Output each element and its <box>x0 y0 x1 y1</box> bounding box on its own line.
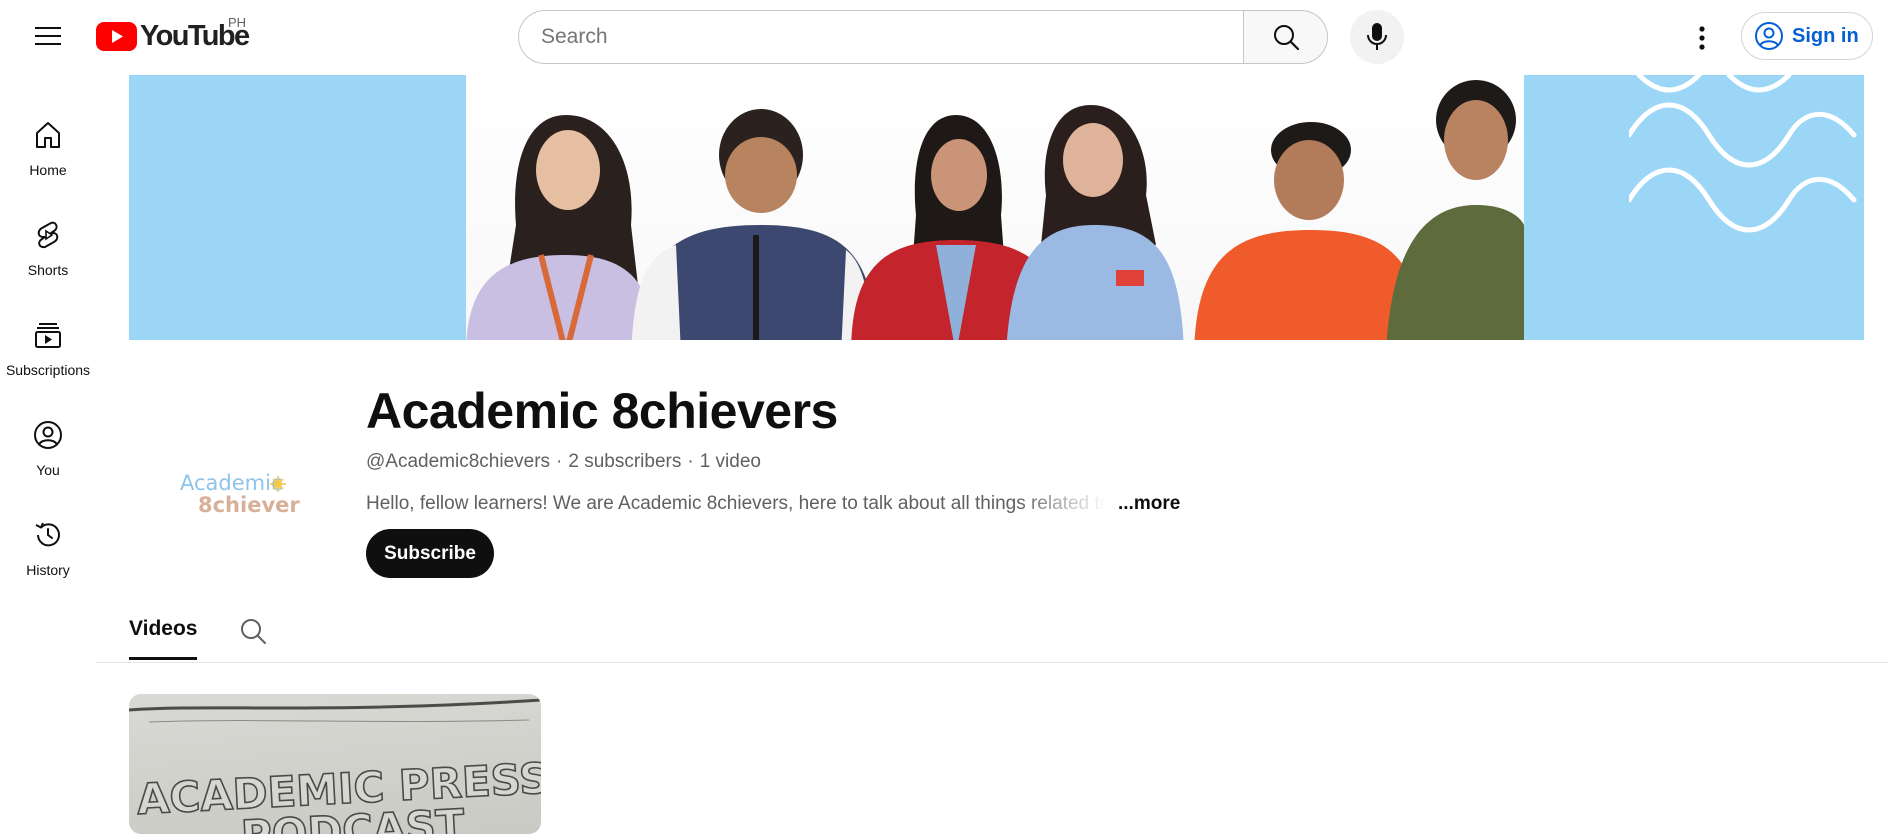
channel-banner <box>129 75 1864 340</box>
students-photo <box>466 80 1524 340</box>
channel-name: Academic 8chievers <box>366 383 838 439</box>
country-code: PH <box>228 15 247 30</box>
subscribe-button[interactable]: Subscribe <box>366 529 494 578</box>
voice-search-button[interactable] <box>1350 10 1404 64</box>
vertical-dots-icon <box>1699 26 1705 50</box>
subscriber-count: 2 subscribers <box>568 451 682 472</box>
channel-metadata: @Academic8chievers · 2 subscribers · 1 video <box>366 451 761 473</box>
account-circle-icon <box>1755 22 1783 50</box>
wave-decoration <box>1629 75 1857 233</box>
guide-menu-button[interactable] <box>24 12 72 60</box>
youtube-play-icon <box>96 21 137 51</box>
search-input[interactable] <box>518 10 1243 64</box>
channel-description: Hello, fellow learners! We are Academic … <box>366 493 1106 514</box>
video-thumbnail[interactable]: ACADEMIC PRESSURE PODCAST <box>129 694 541 834</box>
channel-handle: @Academic8chievers <box>366 451 551 472</box>
whiteboard-image: ACADEMIC PRESSURE PODCAST <box>129 698 541 834</box>
channel-tabs: Videos <box>96 600 1888 663</box>
guide-item-shorts[interactable]: Shorts <box>0 192 96 280</box>
history-icon <box>33 520 63 550</box>
you-icon <box>33 420 63 450</box>
separator-dot: · <box>556 451 563 472</box>
sign-in-button[interactable]: Sign in <box>1741 12 1873 60</box>
separator-dot: · <box>687 451 694 472</box>
hamburger-icon <box>35 27 61 45</box>
masthead: YouTube PH Sign in <box>0 0 1888 72</box>
channel-description-row[interactable]: Hello, fellow learners! We are Academic … <box>366 491 1180 517</box>
guide-label: Subscriptions <box>5 362 91 378</box>
channel-search-button[interactable] <box>236 614 270 648</box>
youtube-logo[interactable]: YouTube <box>96 16 250 56</box>
tab-videos[interactable]: Videos <box>129 600 198 660</box>
settings-menu-button[interactable] <box>1678 14 1726 62</box>
guide-label: You <box>36 462 60 478</box>
shorts-icon <box>34 220 62 250</box>
search-box <box>518 10 1328 64</box>
guide-item-subscriptions[interactable]: Subscriptions <box>0 292 96 380</box>
microphone-icon <box>1367 23 1387 50</box>
guide-item-home[interactable]: Home <box>0 92 96 180</box>
description-more-button[interactable]: ...more <box>1118 493 1180 515</box>
channel-logo: Academic 8chievers <box>180 471 300 517</box>
guide-label: Home <box>29 162 67 178</box>
search-icon <box>241 619 266 644</box>
video-count: 1 video <box>699 451 761 472</box>
search-button[interactable] <box>1243 10 1328 64</box>
channel-avatar[interactable]: Academic 8chievers <box>155 415 315 575</box>
svg-text:8chievers: 8chievers <box>198 493 300 517</box>
home-icon <box>33 120 63 150</box>
banner-photo <box>466 75 1524 340</box>
guide-item-you[interactable]: You <box>0 392 96 480</box>
guide-item-history[interactable]: History <box>0 492 96 580</box>
search-icon <box>1273 25 1299 51</box>
sign-in-label: Sign in <box>1792 24 1859 47</box>
svg-text:Academic: Academic <box>180 471 283 495</box>
guide-label: History <box>26 562 70 578</box>
subscriptions-icon <box>33 320 63 350</box>
guide-label: Shorts <box>27 262 69 278</box>
